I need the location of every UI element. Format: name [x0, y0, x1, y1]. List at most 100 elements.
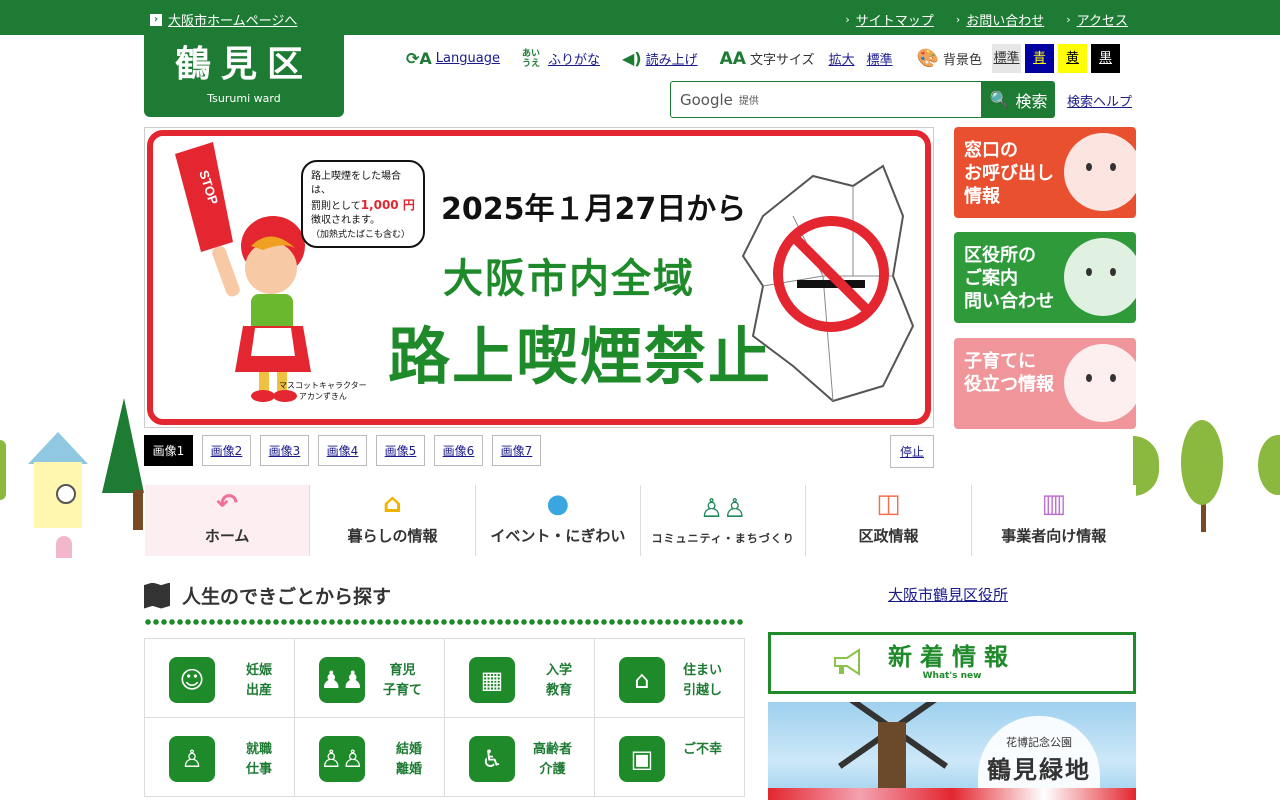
slider-thumb-4[interactable]: 画像4 — [318, 435, 367, 466]
life-event-label: 高齢者 介護 — [533, 740, 572, 780]
life-event-7[interactable]: ♿ 高齢者 介護 — [445, 718, 595, 797]
wheelchair-icon: ♿ — [469, 736, 515, 782]
nav-home[interactable]: ↶ ホーム — [145, 485, 310, 556]
site-logo[interactable]: 鶴見区 Tsurumi ward — [144, 35, 344, 117]
slider-thumb-7[interactable]: 画像7 — [492, 435, 541, 466]
slider-thumb-2[interactable]: 画像2 — [202, 435, 251, 466]
call-info-label: 窓口の お呼び出し 情報 — [964, 140, 1054, 207]
top-utility-bar: › 大阪市ホームページへ › サイトマップ › お問い合わせ › アクセス — [0, 0, 1280, 35]
bg-standard-button[interactable]: 標準 — [992, 44, 1022, 73]
bg-blue-button[interactable]: 青 — [1025, 44, 1055, 73]
text-size-icon: AA — [719, 48, 746, 69]
chevron-right-icon: › — [955, 13, 961, 26]
housing-icon: ⌂ — [619, 657, 665, 703]
office-guide-card[interactable]: 区役所の ご案内 問い合わせ — [954, 232, 1136, 323]
life-event-line2: 教育 — [545, 683, 572, 698]
main-banner[interactable]: STOP 路上喫煙をした場合は、 罰則として1,000 円 徴収されます。 （加… — [144, 127, 934, 428]
bubble-fine-amount: 1,000 円 — [360, 198, 415, 212]
life-event-2[interactable]: ♟♟ 育児 子育て — [295, 639, 445, 718]
banner-line-1: 大阪市内全域 — [443, 256, 695, 302]
slider-thumb-link[interactable]: 画像3 — [269, 442, 301, 459]
house-window — [56, 484, 76, 504]
life-event-6[interactable]: ♙♙ 結婚 離婚 — [295, 718, 445, 797]
speaker-icon: ◀) — [621, 49, 642, 68]
bg-yellow-button[interactable]: 黄 — [1058, 44, 1088, 73]
contact-item: › お問い合わせ — [956, 10, 1044, 29]
life-event-label: 入学 教育 — [546, 661, 572, 701]
nav-living-info[interactable]: ⌂ 暮らしの情報 — [309, 485, 475, 556]
nav-label: 区政情報 — [858, 527, 919, 545]
language-link[interactable]: Language — [436, 51, 500, 66]
pine-trunk-decoration — [133, 490, 143, 530]
text-size-large-link[interactable]: 拡大 — [829, 49, 855, 68]
banner-frame: STOP 路上喫煙をした場合は、 罰則として1,000 円 徴収されます。 （加… — [147, 130, 931, 425]
bubble-line-2: 罰則として1,000 円 — [311, 198, 415, 214]
school-icon: ▦ — [469, 657, 515, 703]
google-brand: Google — [680, 90, 733, 109]
childcare-info-label: 子育てに 役立つ情報 — [964, 351, 1054, 395]
search-help-link[interactable]: 検索ヘルプ — [1067, 91, 1132, 110]
life-event-1[interactable]: ☺ 妊娠 出産 — [145, 639, 295, 718]
slider-thumb-6[interactable]: 画像6 — [434, 435, 483, 466]
search-provided-label: 提供 — [738, 96, 759, 107]
childcare-info-card[interactable]: 子育てに 役立つ情報 — [954, 338, 1136, 429]
house-wall — [34, 462, 82, 558]
slider-thumb-1[interactable]: 画像1 — [144, 435, 193, 466]
slider-stop-button[interactable]: 停止 — [890, 435, 934, 468]
nav-community[interactable]: ♙♙ コミュニティ・まちづくり — [639, 485, 806, 556]
life-event-label: 結婚 離婚 — [396, 740, 422, 780]
arrow-right-icon: › — [150, 13, 162, 26]
access-item: › アクセス — [1066, 10, 1128, 29]
slider-thumb-link[interactable]: 画像2 — [211, 442, 243, 459]
life-event-line2: 離婚 — [395, 762, 422, 777]
nav-events[interactable]: ● イベント・にぎわい — [474, 485, 640, 556]
nav-ward-admin[interactable]: ◫ 区政情報 — [805, 485, 971, 556]
home-return-icon: ↶ — [216, 489, 239, 519]
osaka-home-link[interactable]: 大阪市ホームページへ — [168, 10, 297, 29]
search-button[interactable]: 🔍 検索 — [982, 81, 1055, 118]
bg-black-button[interactable]: 黒 — [1091, 44, 1121, 73]
call-info-card[interactable]: 窓口の お呼び出し 情報 — [954, 127, 1136, 218]
life-event-line2: 子育て — [382, 683, 422, 698]
life-event-5[interactable]: ♙ 就職 仕事 — [145, 718, 295, 797]
house-door — [56, 536, 72, 558]
life-event-line2: 介護 — [539, 762, 566, 777]
house-decoration — [28, 432, 88, 558]
fine-speech-bubble: 路上喫煙をした場合は、 罰則として1,000 円 徴収されます。 （加熱式たばこ… — [301, 160, 425, 248]
text-size-normal-link[interactable]: 標準 — [867, 49, 893, 68]
search-input[interactable]: Google 提供 — [670, 81, 982, 118]
slider-thumb-link[interactable]: 画像6 — [443, 442, 475, 459]
life-event-line2: 出産 — [245, 683, 272, 698]
childcare-icon: ♟♟ — [319, 657, 365, 703]
slider-thumb-5[interactable]: 画像5 — [376, 435, 425, 466]
house-icon: ⌂ — [383, 489, 402, 519]
read-aloud-link[interactable]: 読み上げ — [646, 49, 698, 68]
nav-business-info[interactable]: ▥ 事業者向け情報 — [970, 485, 1136, 556]
slider-stop-link[interactable]: 停止 — [900, 443, 924, 460]
furigana-link[interactable]: ふりがな — [548, 49, 600, 68]
slider-thumb-3[interactable]: 画像3 — [260, 435, 309, 466]
chart-icon: ▥ — [1041, 489, 1067, 519]
banner-date: 2025年１月27日から — [441, 192, 747, 227]
mascot-caption: マスコットキャラクター アカンずきん — [279, 380, 367, 402]
sitemap-link[interactable]: サイトマップ — [856, 10, 934, 29]
nav-label: コミュニティ・まちづくり — [651, 532, 795, 545]
tree-decoration — [1133, 436, 1159, 496]
contact-link[interactable]: お問い合わせ — [966, 10, 1044, 29]
tsurumi-ryokuchi-banner[interactable]: 花博記念公園 鶴見緑地 — [768, 702, 1136, 800]
slider-thumb-link[interactable]: 画像4 — [327, 442, 359, 459]
mascot-caption-1: マスコットキャラクター — [279, 381, 367, 390]
life-event-label: ご不幸 — [683, 740, 722, 760]
slider-thumb-link[interactable]: 画像5 — [385, 442, 417, 459]
life-event-4[interactable]: ⌂ 住まい 引越し — [595, 639, 745, 718]
life-event-3[interactable]: ▦ 入学 教育 — [445, 639, 595, 718]
access-link[interactable]: アクセス — [1077, 10, 1128, 29]
life-event-8[interactable]: ▣ ご不幸 — [595, 718, 745, 797]
whats-new-banner[interactable]: 新着情報 What's new — [768, 632, 1136, 694]
life-event-label: 就職 仕事 — [246, 740, 272, 780]
slider-thumb-link[interactable]: 画像7 — [501, 442, 533, 459]
life-event-line2: 引越し — [682, 683, 722, 698]
nav-label: イベント・にぎわい — [490, 527, 626, 545]
ward-office-link[interactable]: 大阪市鶴見区役所 — [888, 584, 1008, 605]
slider-thumb-label: 画像1 — [152, 444, 185, 458]
